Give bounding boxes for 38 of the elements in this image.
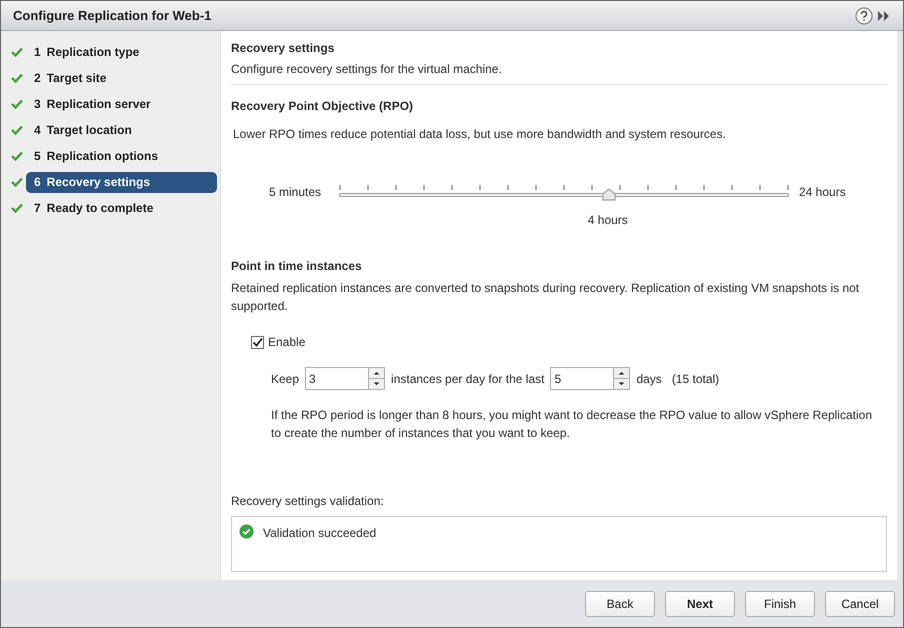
slider-value-label: 4 hours xyxy=(588,212,628,229)
keep-label: Keep xyxy=(271,370,300,388)
section-subtitle: Configure recovery settings for the virtual machine. xyxy=(231,61,503,78)
dialog-button[interactable]: Finish xyxy=(745,590,815,616)
total-label: (15 total) xyxy=(672,370,720,388)
enable-checkbox[interactable] xyxy=(251,336,264,348)
slider-thumb[interactable] xyxy=(602,188,616,201)
wizard-step[interactable]: 1 Replication type xyxy=(26,42,217,62)
wizard-step[interactable]: 2 Target site xyxy=(26,68,217,88)
window-title: Configure Replication for Web-1 xyxy=(13,6,212,25)
validation-label: Recovery settings validation: xyxy=(231,493,385,510)
section-title: Recovery Point Objective (RPO) xyxy=(231,98,414,115)
slider-min-label: 5 minutes xyxy=(269,185,322,199)
dialog-button[interactable]: Cancel xyxy=(825,590,895,616)
section-title: Point in time instances xyxy=(231,258,363,275)
instances-label: instances per day for the last xyxy=(391,370,544,388)
wizard-step[interactable]: 6 Recovery settings xyxy=(26,172,217,192)
slider-max-label: 24 hours xyxy=(799,185,846,199)
number-field[interactable]: 3 xyxy=(306,368,368,389)
expand-icon[interactable] xyxy=(877,10,891,22)
wizard-step[interactable]: 5 Replication options xyxy=(26,146,217,166)
days-spinner[interactable]: 5 xyxy=(550,367,630,390)
help-icon[interactable] xyxy=(855,6,873,24)
note: If the RPO period is longer than 8 hours, you might want to decrease the RPO value to allow vSphere Replication to create the number of instances that you want to keep. xyxy=(271,407,873,442)
description: Lower RPO times reduce potential data loss, but use more bandwidth and system resources. xyxy=(233,126,727,143)
days-label: days xyxy=(636,370,662,388)
dialog-button[interactable]: Back xyxy=(585,590,655,616)
description: Retained replication instances are converted to snapshots during recovery. Replication of existing VM snapshots is not supported. xyxy=(231,280,860,315)
validation-message: Validation succeeded xyxy=(263,525,376,542)
number-field[interactable]: 5 xyxy=(551,368,614,389)
wizard-step[interactable]: 3 Replication server xyxy=(26,94,217,114)
wizard-step[interactable]: 7 Ready to complete xyxy=(26,198,217,218)
wizard-step[interactable]: 4 Target location xyxy=(26,120,217,140)
instances-spinner[interactable]: 3 xyxy=(305,367,386,390)
success-icon xyxy=(239,524,254,539)
section-title: Recovery settings xyxy=(231,40,336,57)
checkbox-label: Enable xyxy=(268,334,306,351)
dialog-button[interactable]: Next xyxy=(665,590,735,616)
